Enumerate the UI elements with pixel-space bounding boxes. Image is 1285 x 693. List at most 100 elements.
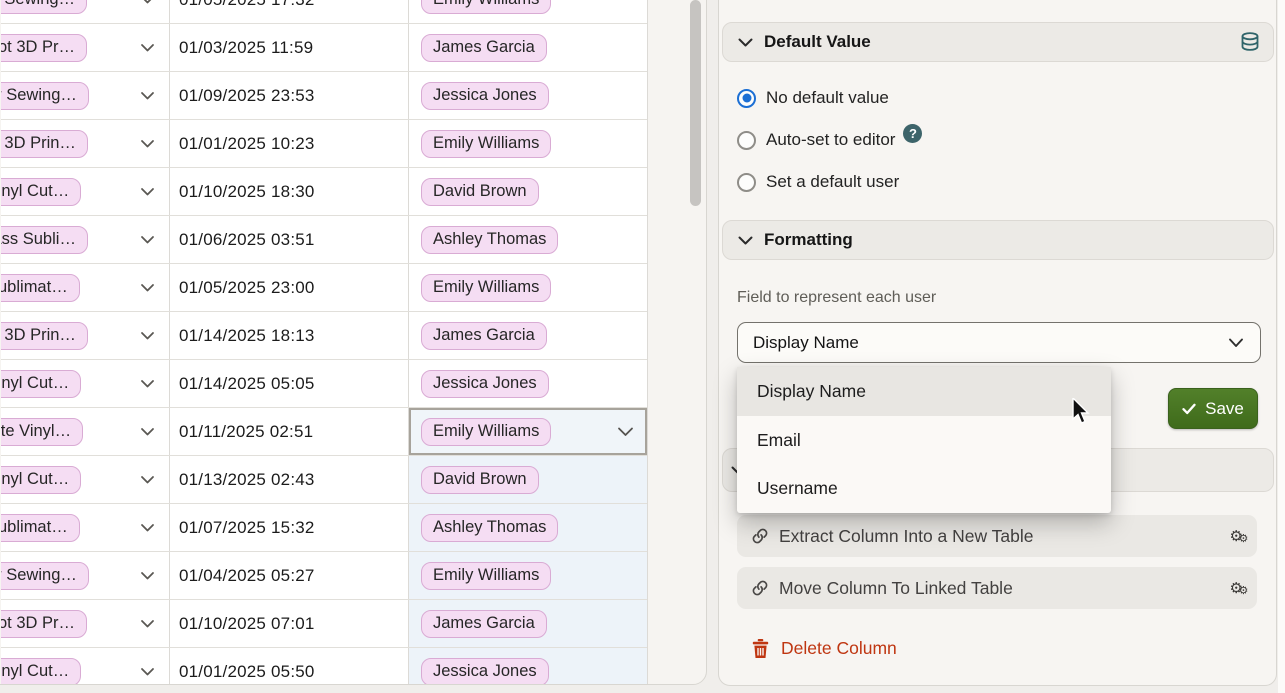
date-cell[interactable]: 01/06/2025 03:51 (169, 216, 408, 263)
dropdown-option-email[interactable]: Email (737, 416, 1111, 465)
chevron-down-icon[interactable] (617, 427, 634, 437)
product-pill[interactable]: Vinyl Cut… (1, 466, 81, 494)
user-pill[interactable]: Ashley Thomas (421, 514, 558, 542)
product-cell[interactable]: Sublimat… (1, 264, 169, 311)
date-cell[interactable]: 01/03/2025 11:59 (169, 24, 408, 71)
save-button[interactable]: Save (1168, 388, 1258, 429)
user-cell[interactable]: James Garcia (408, 600, 647, 647)
user-cell[interactable]: David Brown (408, 456, 647, 503)
date-cell[interactable]: 01/05/2025 17:32 (169, 0, 408, 23)
user-cell[interactable]: David Brown (408, 168, 647, 215)
date-cell[interactable]: 01/10/2025 07:01 (169, 600, 408, 647)
user-pill[interactable]: Emily Williams (421, 562, 551, 590)
user-cell[interactable]: Jessica Jones (408, 648, 647, 685)
chevron-down-icon[interactable] (140, 139, 155, 148)
product-pill[interactable]: ty 3D Prin… (1, 322, 88, 350)
radio-option-no-default[interactable]: No default value (737, 87, 889, 109)
product-cell[interactable]: le Sewing… (1, 0, 169, 23)
date-cell[interactable]: 01/04/2025 05:27 (169, 552, 408, 599)
product-cell[interactable]: Sublimat… (1, 504, 169, 551)
product-cell[interactable]: Bot 3D Pr… (1, 24, 169, 71)
user-cell[interactable]: Ashley Thomas (408, 504, 647, 551)
product-cell[interactable]: Vinyl Cut… (1, 456, 169, 503)
user-pill[interactable]: Ashley Thomas (421, 226, 558, 254)
chevron-down-icon[interactable] (140, 379, 155, 388)
product-pill[interactable]: Sublimat… (1, 274, 80, 302)
chevron-down-icon[interactable] (140, 331, 155, 340)
chevron-down-icon[interactable] (140, 235, 155, 244)
product-pill[interactable]: ty 3D Prin… (1, 130, 88, 158)
chevron-down-icon[interactable] (140, 427, 155, 436)
date-cell[interactable]: 01/05/2025 23:00 (169, 264, 408, 311)
user-cell[interactable]: Emily Williams (408, 0, 647, 23)
product-pill[interactable]: le Sewing… (1, 0, 87, 14)
delete-column-button[interactable]: Delete Column (737, 631, 897, 665)
date-cell[interactable]: 01/11/2025 02:51 (169, 408, 408, 455)
user-pill[interactable]: Emily Williams (421, 0, 551, 14)
user-cell[interactable]: Emily Williams (408, 552, 647, 599)
user-pill[interactable]: Emily Williams (421, 274, 551, 302)
user-pill[interactable]: Jessica Jones (421, 658, 549, 686)
section-header-formatting[interactable]: Formatting (722, 220, 1274, 260)
user-pill[interactable]: James Garcia (421, 34, 547, 62)
user-cell[interactable]: James Garcia (408, 312, 647, 359)
product-cell[interactable]: ty 3D Prin… (1, 120, 169, 167)
date-cell[interactable]: 01/07/2025 15:32 (169, 504, 408, 551)
product-cell[interactable]: Vinyl Cut… (1, 648, 169, 685)
product-pill[interactable]: ette Vinyl… (1, 418, 83, 446)
date-cell[interactable]: 01/14/2025 05:05 (169, 360, 408, 407)
radio-option-set-default-user[interactable]: Set a default user (737, 171, 899, 193)
dropdown-option-display-name[interactable]: Display Name (737, 367, 1111, 416)
radio-icon[interactable] (737, 173, 756, 192)
product-cell[interactable]: er Sewing… (1, 72, 169, 119)
product-pill[interactable]: Vinyl Cut… (1, 178, 81, 206)
user-cell[interactable]: James Garcia (408, 24, 647, 71)
chevron-down-icon[interactable] (140, 91, 155, 100)
chevron-down-icon[interactable] (140, 43, 155, 52)
product-pill[interactable]: er Sewing… (1, 562, 89, 590)
radio-selected-icon[interactable] (737, 89, 756, 108)
user-cell[interactable]: Jessica Jones (408, 360, 647, 407)
chevron-down-icon[interactable] (140, 283, 155, 292)
product-cell[interactable]: ette Vinyl… (1, 408, 169, 455)
user-field-select[interactable]: Display Name (737, 322, 1261, 363)
product-pill[interactable]: rass Subli… (1, 226, 88, 254)
user-pill[interactable]: Jessica Jones (421, 370, 549, 398)
user-pill[interactable]: David Brown (421, 178, 539, 206)
date-cell[interactable]: 01/01/2025 10:23 (169, 120, 408, 167)
product-cell[interactable]: ty 3D Prin… (1, 312, 169, 359)
help-icon[interactable]: ? (903, 124, 922, 143)
product-pill[interactable]: Bot 3D Pr… (1, 610, 87, 638)
date-cell[interactable]: 01/13/2025 02:43 (169, 456, 408, 503)
chevron-down-icon[interactable] (140, 475, 155, 484)
user-pill[interactable]: Emily Williams (421, 418, 551, 446)
user-pill[interactable]: James Garcia (421, 322, 547, 350)
user-pill[interactable]: David Brown (421, 466, 539, 494)
date-cell[interactable]: 01/10/2025 18:30 (169, 168, 408, 215)
chevron-down-icon[interactable] (140, 571, 155, 580)
product-pill[interactable]: Sublimat… (1, 514, 80, 542)
dropdown-option-username[interactable]: Username (737, 464, 1111, 513)
product-cell[interactable]: rass Subli… (1, 216, 169, 263)
product-pill[interactable]: Vinyl Cut… (1, 370, 81, 398)
action-move-column[interactable]: Move Column To Linked Table ⚙⚙ (737, 567, 1257, 609)
product-cell[interactable]: er Sewing… (1, 552, 169, 599)
date-cell[interactable]: 01/14/2025 18:13 (169, 312, 408, 359)
user-cell-selected[interactable]: Emily Williams (408, 408, 647, 455)
chevron-down-icon[interactable] (140, 187, 155, 196)
user-cell[interactable]: Emily Williams (408, 120, 647, 167)
user-cell[interactable]: Ashley Thomas (408, 216, 647, 263)
chevron-down-icon[interactable] (140, 0, 155, 4)
user-pill[interactable]: Emily Williams (421, 130, 551, 158)
product-cell[interactable]: Vinyl Cut… (1, 360, 169, 407)
radio-icon[interactable] (737, 131, 756, 150)
chevron-down-icon[interactable] (140, 667, 155, 676)
product-pill[interactable]: Bot 3D Pr… (1, 34, 87, 62)
user-pill[interactable]: Jessica Jones (421, 82, 549, 110)
product-cell[interactable]: Bot 3D Pr… (1, 600, 169, 647)
vertical-scrollbar-thumb[interactable] (690, 0, 701, 206)
user-cell[interactable]: Emily Williams (408, 264, 647, 311)
radio-option-auto-set[interactable]: Auto-set to editor ? (737, 129, 922, 151)
user-pill[interactable]: James Garcia (421, 610, 547, 638)
action-extract-column[interactable]: Extract Column Into a New Table ⚙⚙ (737, 515, 1257, 557)
